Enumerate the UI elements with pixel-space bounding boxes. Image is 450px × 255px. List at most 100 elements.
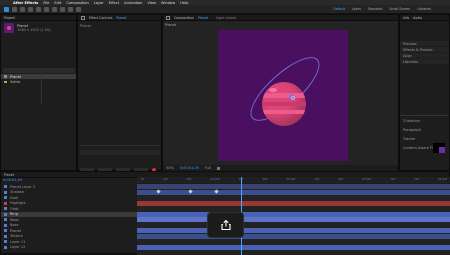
layer-bar[interactable] [137,217,450,222]
composition-tab-label: Composition [174,15,194,20]
comp-icon [4,75,7,78]
project-tab[interactable]: Project [1,15,76,21]
resolution-dropdown[interactable]: Full [205,166,211,170]
workspace-libraries[interactable]: Libraries [417,7,431,11]
camera-icon[interactable] [216,166,220,170]
toolbar: Default Learn Standard Small Screen Libr… [0,5,450,14]
text-tool-button[interactable] [60,6,65,12]
zoom-dropdown[interactable]: 50% [166,166,174,170]
rotate-tool-button[interactable] [36,6,41,12]
layer-row[interactable]: Layer 12 [1,245,137,251]
layer-name: Dark [10,195,19,200]
layer-bar[interactable] [137,228,450,233]
layer-name: Ring [10,212,18,217]
layer-bar[interactable] [137,233,450,239]
effect-controls-tab[interactable]: Effect Controls Planet [78,15,161,21]
panel-item-preview[interactable]: Preview [400,41,449,46]
menu-layer[interactable]: Layer [94,1,104,5]
color-swatch-fill [439,147,445,153]
brush-tool-button[interactable] [68,6,73,12]
camera-tool-button[interactable] [44,6,49,12]
layer-name: Layer 11 [10,239,26,244]
column-divider [41,74,42,104]
layer-tab[interactable]: Layer (none) [216,16,236,20]
layer-color-icon [4,196,7,200]
info-tab[interactable]: Info Audio [400,15,449,21]
comp-canvas[interactable] [218,30,348,161]
workspace-small-screen[interactable]: Small Screen [389,7,410,11]
ruler-tick: 10f [314,177,320,181]
workspace-standard[interactable]: Standard [368,7,383,11]
project-panel: Project Planet 1080 x 1920 (1.00) Planet… [0,14,77,171]
menu-app[interactable]: After Effects [13,1,38,5]
layer-color-icon [4,223,7,227]
layer-color-icon [4,229,7,233]
menu-view[interactable]: View [147,1,156,5]
divider [400,115,449,116]
panel-item-libraries[interactable]: Libraries [400,59,449,64]
ruler-tick: 10f [390,177,395,181]
layer-name: Planet [10,228,21,233]
menu-edit[interactable]: Edit [54,1,61,5]
lock-icon [166,15,170,20]
track-area[interactable] [137,177,450,255]
right-panel: Info Audio Preview Effects & Presets Ali… [399,14,450,171]
menu-file[interactable]: File [43,1,49,5]
menu-window[interactable]: Window [161,1,175,5]
hand-tool-button[interactable] [20,6,25,12]
effect-controls-path: Planet [80,24,91,28]
layer-color-icon [4,245,7,249]
comp-time[interactable]: 0;00;01;29 [180,166,199,170]
menu-help[interactable]: Help [180,1,188,5]
ruler-tick: 01:00f [210,177,220,181]
panel-item-label: Character [403,118,421,123]
layer-color-icon [4,240,7,244]
menu-effect[interactable]: Effect [109,1,119,5]
panel-item-paragraph[interactable]: Paragraph [400,127,449,132]
search-input[interactable] [3,68,75,73]
layer-bar[interactable] [137,189,450,195]
time-ruler[interactable]: 0f 10f 20f 01:00f 10f 20f 02:00f 10f 20f… [137,177,450,183]
panel-item-label: Tracker [403,136,416,141]
menu-animation[interactable]: Animation [124,1,142,5]
panel-item-align[interactable]: Align [400,53,449,58]
ruler-tick: 0f [141,177,144,181]
layer-bar[interactable] [137,244,450,250]
workspace-default[interactable]: Default [333,7,345,11]
composition-panel: Composition Planet Layer (none) Planet 5… [162,14,399,171]
menu-composition[interactable]: Composition [66,1,88,5]
home-tool-button[interactable] [4,6,9,12]
panel-item-character[interactable]: Character [400,118,449,123]
share-icon [220,219,231,231]
planet-stripe [262,110,306,114]
effect-controls-panel: Effect Controls Planet Planet [77,14,162,172]
comp-breadcrumb: Planet [165,23,176,27]
layer-bar[interactable] [137,184,450,189]
stamp-tool-button[interactable] [76,6,81,12]
anchor-point-icon[interactable] [291,96,295,100]
layer-color-icon [4,218,7,222]
planet[interactable] [262,82,306,126]
timeline-timecode[interactable]: 0;00;01;29 [3,178,22,182]
panel-item-label: Content-Aware Fill [403,145,435,150]
ruler-tick: 04:00f [437,177,447,181]
selection-tool-button[interactable] [12,6,17,12]
layer-name: Shadow [10,190,24,195]
zoom-tool-button[interactable] [28,6,33,12]
workspace-learn[interactable]: Learn [352,7,361,11]
panel-item-label: Effects & Presets [403,47,433,52]
project-item[interactable]: Solids [1,79,76,84]
pen-tool-button[interactable] [52,6,57,12]
audio-tab-label[interactable]: Audio [413,16,422,20]
color-swatch[interactable] [433,143,445,153]
layer-name: Highlight [10,201,26,206]
layer-bar[interactable] [137,211,450,217]
panel-item-tracker[interactable]: Tracker [400,136,449,141]
composition-tab[interactable]: Composition Planet Layer (none) [163,15,398,21]
timeline-tab-label: Planet [4,172,14,177]
share-button[interactable] [207,212,244,238]
panel-item-effects[interactable]: Effects & Presets [400,47,449,52]
layer-bar-red[interactable] [137,200,450,206]
effect-dropdown[interactable] [80,150,160,155]
planet-highlight [269,88,277,92]
